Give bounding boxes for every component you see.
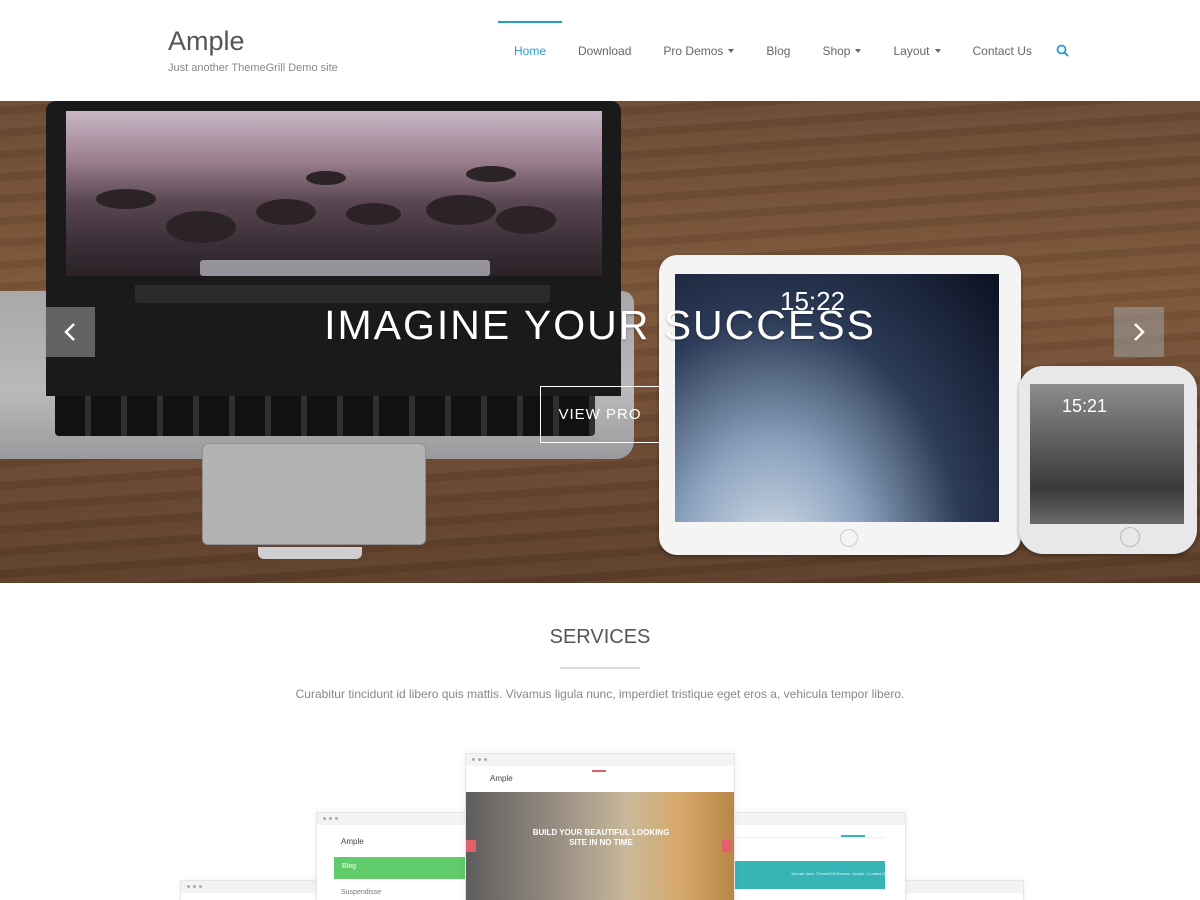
nav-item-label: Blog (766, 43, 791, 58)
nav-item-label: Shop (822, 43, 851, 58)
laptop-hinge (135, 285, 550, 303)
caret-down-icon (934, 48, 941, 53)
preview-center-hero: BUILD YOUR BEAUTIFUL LOOKING SITE IN NO … (466, 792, 734, 900)
preview-far-left (180, 880, 320, 900)
services-divider (560, 667, 640, 669)
laptop-dock (200, 260, 490, 276)
nav-item-label: Contact Us (972, 43, 1032, 58)
hero-title: IMAGINE YOUR SUCCESS (324, 302, 876, 348)
chevron-left-icon (64, 323, 75, 341)
site-title[interactable]: Ample (168, 26, 245, 57)
preview-far-right (900, 880, 1024, 900)
preview-left: Ample Blog Suspendisse (316, 812, 476, 900)
nav-item-contact-us[interactable]: Contact Us (957, 0, 1048, 101)
preview-left-banner: Blog (334, 857, 475, 879)
nav-item-label: Layout (893, 43, 930, 58)
main-navigation: Home Download Pro Demos Blog Shop Layout… (498, 0, 1069, 101)
site-header: Ample Just another ThemeGrill Demo site … (0, 0, 1200, 101)
view-pro-button[interactable]: VIEW PRO (540, 386, 660, 443)
nav-item-blog[interactable]: Blog (750, 0, 806, 101)
preview-right: You are here: ThemeGrill Demos › Ample ›… (724, 812, 906, 900)
preview-left-post-title: Suspendisse (341, 889, 382, 896)
nav-item-layout[interactable]: Layout (877, 0, 956, 101)
preview-center-headline-2: SITE IN NO TIME (569, 838, 633, 847)
site-description: Just another ThemeGrill Demo site (168, 62, 338, 74)
nav-item-shop[interactable]: Shop (806, 0, 877, 101)
laptop-trackpad (202, 443, 426, 545)
phone-clock: 15:21 (1062, 396, 1108, 416)
preview-left-logo: Ample (341, 837, 364, 846)
nav-item-label: Pro Demos (663, 43, 724, 58)
preview-right-breadcrumb: You are here: ThemeGrill Demos › Ample ›… (791, 871, 888, 876)
preview-center-headline-1: BUILD YOUR BEAUTIFUL LOOKING (532, 828, 670, 837)
search-button[interactable] (1048, 0, 1069, 101)
tablet-home-button (840, 529, 858, 547)
preview-center-logo: Ample (490, 774, 513, 783)
phone-home-button (1120, 527, 1140, 547)
chevron-right-icon (1134, 323, 1145, 341)
slider-prev-button[interactable] (45, 307, 95, 357)
laptop-screen (66, 111, 602, 276)
slider-next-button[interactable] (1114, 307, 1164, 357)
nav-item-pro-demos[interactable]: Pro Demos (647, 0, 750, 101)
search-icon (1056, 44, 1069, 57)
nav-item-label: Home (514, 43, 547, 58)
preview-right-banner: You are here: ThemeGrill Demos › Ample ›… (735, 861, 888, 889)
laptop-foot (258, 547, 362, 559)
preview-center: Ample BUILD YOUR BEAUTIFUL LOOKING SITE … (465, 753, 735, 900)
services-description: Curabitur tincidunt id libero quis matti… (295, 687, 905, 701)
nav-item-home[interactable]: Home (498, 0, 563, 101)
preview-left-banner-text: Blog (342, 863, 357, 870)
caret-down-icon (728, 48, 735, 53)
nav-item-label: Download (578, 43, 632, 58)
services-title: SERVICES (549, 626, 651, 648)
caret-down-icon (855, 48, 862, 53)
nav-item-download[interactable]: Download (562, 0, 647, 101)
